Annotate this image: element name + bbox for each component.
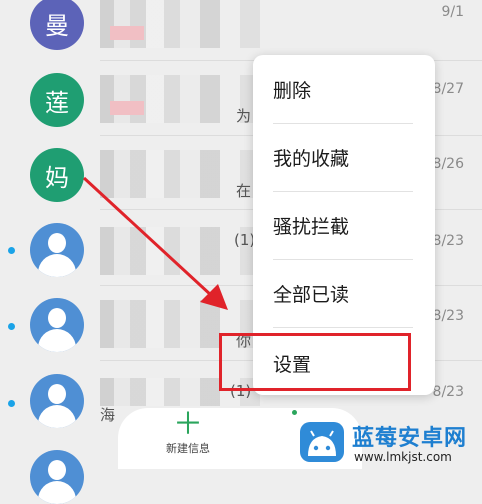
avatar: 莲 — [30, 73, 84, 127]
conversation-date: 8/27 — [432, 81, 464, 97]
site-watermark: 蓝莓安卓网 www.lmkjst.com — [296, 416, 482, 469]
conversation-row[interactable]: 曼 9/1 — [0, 0, 482, 60]
contact-avatar-icon — [30, 223, 84, 277]
contact-avatar-icon — [30, 374, 84, 428]
watermark-title: 蓝莓安卓网 — [352, 426, 468, 451]
plus-icon: ＋ — [173, 407, 203, 442]
contact-avatar-icon — [30, 298, 84, 352]
unread-dot-icon — [8, 247, 15, 254]
conversation-date: 8/23 — [432, 384, 464, 400]
conversation-date: 9/1 — [441, 4, 464, 20]
watermark-url: www.lmkjst.com — [354, 450, 452, 464]
menu-item-spam-block[interactable]: 骚扰拦截 — [253, 191, 435, 259]
android-logo-icon — [300, 422, 344, 462]
conversation-date: 8/26 — [432, 156, 464, 172]
new-message-label: 新建信息 — [166, 442, 210, 455]
unread-dot-icon — [8, 400, 15, 407]
conversation-date: 8/23 — [432, 308, 464, 324]
avatar: 妈 — [30, 148, 84, 202]
settings-highlight-box — [219, 333, 411, 391]
blurred-message-preview — [100, 0, 260, 48]
menu-item-mark-all-read[interactable]: 全部已读 — [253, 259, 435, 327]
indicator-dot-icon — [292, 410, 297, 415]
menu-item-delete[interactable]: 删除 — [253, 55, 435, 123]
message-snippet: 在 — [236, 182, 252, 200]
menu-item-favorites[interactable]: 我的收藏 — [253, 123, 435, 191]
unread-dot-icon — [8, 323, 15, 330]
avatar: 曼 — [30, 0, 84, 50]
sender-partial-text: 海 — [100, 406, 116, 424]
message-snippet: 为 — [236, 107, 252, 125]
contact-avatar-icon — [30, 450, 84, 504]
new-message-button[interactable]: ＋ 新建信息 — [138, 410, 238, 466]
menu-divider — [273, 327, 413, 328]
conversation-date: 8/23 — [432, 233, 464, 249]
